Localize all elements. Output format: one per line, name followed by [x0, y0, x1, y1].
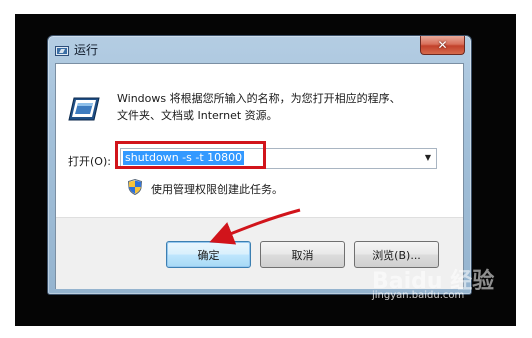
open-label: 打开(O): — [68, 155, 111, 168]
run-program-icon — [68, 97, 100, 121]
cancel-button[interactable]: 取消 — [260, 241, 345, 268]
run-dialog: 运行 ✕ Windows 将根据您所输入的名称，为您打开相应的程序、 文件夹、文… — [47, 35, 472, 295]
description-line-1: Windows 将根据您所输入的名称，为您打开相应的程序、 — [117, 92, 401, 105]
run-title-icon — [55, 42, 69, 56]
close-button[interactable]: ✕ — [420, 36, 465, 55]
uac-shield-icon — [127, 178, 143, 196]
admin-privilege-note: 使用管理权限创建此任务。 — [151, 183, 283, 196]
description-line-2: 文件夹、文档或 Internet 资源。 — [117, 109, 278, 122]
dialog-client: Windows 将根据您所输入的名称，为您打开相应的程序、 文件夹、文档或 In… — [55, 63, 464, 289]
title-bar[interactable]: 运行 ✕ — [48, 36, 471, 62]
dropdown-arrow-icon[interactable]: ▼ — [422, 151, 434, 165]
red-highlight-box — [115, 141, 266, 169]
description-text: Windows 将根据您所输入的名称，为您打开相应的程序、 文件夹、文档或 In… — [117, 90, 457, 124]
close-icon: ✕ — [437, 38, 448, 52]
window-title: 运行 — [74, 43, 99, 57]
ok-button[interactable]: 确定 — [166, 241, 251, 268]
baidu-watermark: Baidu 经验 jingyan.baidu.com — [372, 263, 502, 311]
watermark-url: jingyan.baidu.com — [372, 290, 465, 301]
